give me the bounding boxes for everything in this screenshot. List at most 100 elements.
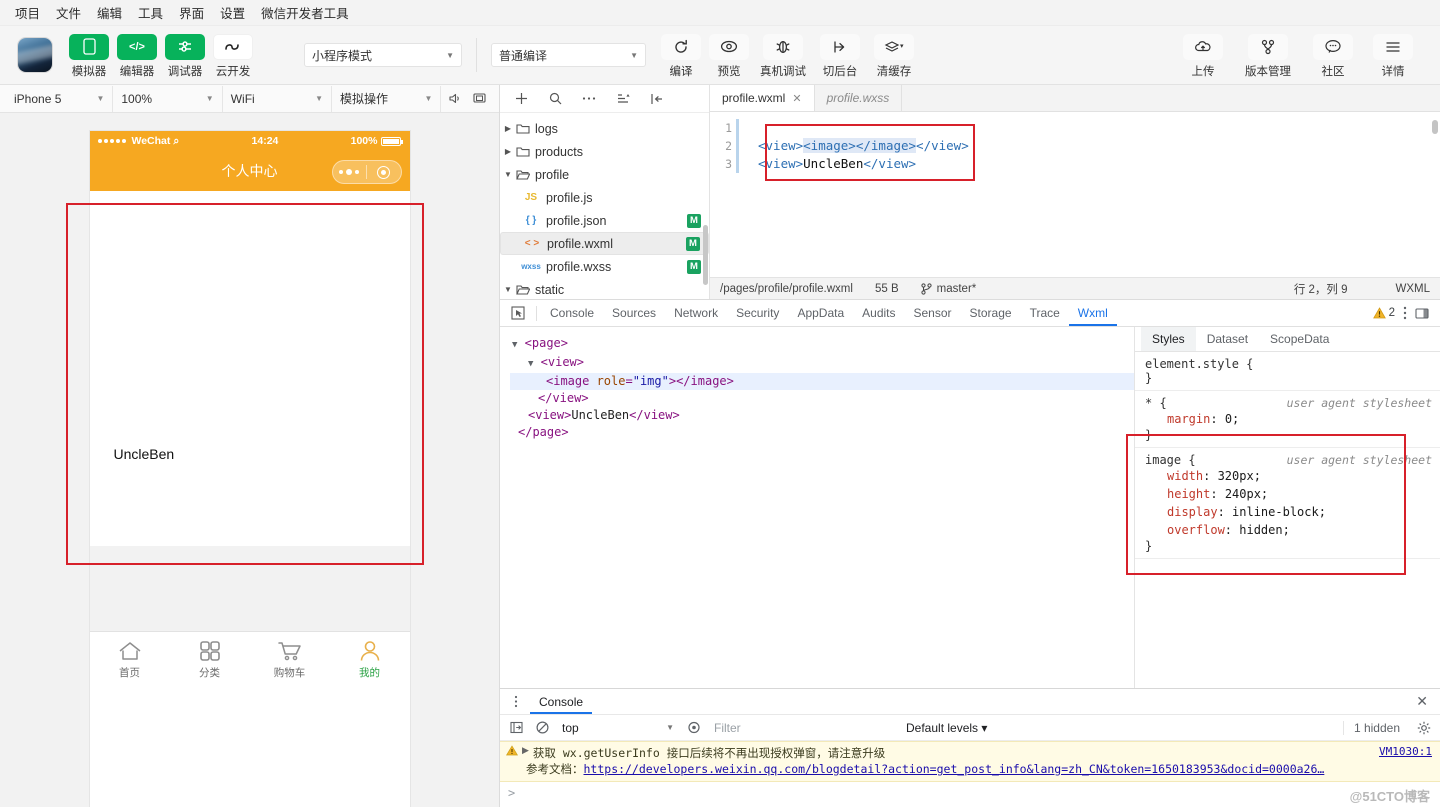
devtools-tab-appdata[interactable]: AppData [788, 300, 853, 326]
devtools-tab-audits[interactable]: Audits [853, 300, 904, 326]
style-rule-element-style[interactable]: element.style { } [1135, 352, 1440, 391]
devtools-more-icon[interactable] [1403, 306, 1407, 320]
dom-node-view-close[interactable]: </view> [510, 390, 1134, 407]
warning-count-badge[interactable]: 2 [1372, 307, 1395, 319]
styles-tab-dataset[interactable]: Dataset [1196, 327, 1259, 351]
network-select[interactable]: WiFi ▼ [223, 85, 333, 112]
file-tree-row-profile-wxml[interactable]: < > profile.wxml M [500, 232, 709, 255]
file-tree-row-logs[interactable]: ▶ logs [500, 117, 709, 140]
phone-tab-category[interactable]: 分类 [170, 640, 250, 680]
devtools-tab-sensor[interactable]: Sensor [905, 300, 961, 326]
capsule-more-icon[interactable] [333, 169, 367, 175]
menu-item-file[interactable]: 文件 [49, 0, 88, 25]
file-tree-row-profile[interactable]: ▼ profile [500, 163, 709, 186]
menu-item-ui[interactable]: 界面 [172, 0, 211, 25]
editor-tab-profile-wxss[interactable]: profile.wxss [814, 85, 903, 111]
toolbar-button-debugger[interactable]: 调试器 [162, 32, 208, 79]
file-tree-scrollbar[interactable] [703, 225, 708, 285]
editor-tab-profile-wxml[interactable]: profile.wxml ✕ [710, 85, 815, 111]
editor-code-lines[interactable]: <view><image></image></view> <view>Uncle… [736, 112, 1440, 277]
chevron-right-icon[interactable]: ▶ [500, 124, 516, 133]
toolbar-button-version[interactable]: 版本管理 [1240, 32, 1296, 79]
collapse-icon[interactable] [640, 86, 674, 112]
toolbar-button-clear-cache[interactable]: ▾ 清缓存 [868, 32, 920, 79]
menu-item-edit[interactable]: 编辑 [90, 0, 129, 25]
file-tree-row-profile-wxss[interactable]: wxss profile.wxss M [500, 255, 709, 278]
toolbar-button-upload[interactable]: 上传 [1180, 32, 1226, 79]
chevron-down-icon[interactable]: ▼ [500, 170, 516, 179]
file-tree-row-static[interactable]: ▼ static [500, 278, 709, 299]
devtools-tab-wxml[interactable]: Wxml [1069, 300, 1117, 326]
style-declaration-display[interactable]: display: inline-block; [1145, 503, 1440, 521]
toolbar-button-remote-debug[interactable]: 真机调试 [754, 32, 812, 79]
styles-tab-scopedata[interactable]: ScopeData [1259, 327, 1340, 351]
devtools-tab-security[interactable]: Security [727, 300, 788, 326]
editor-code-area[interactable]: 1 2 3 <view><image></image></view> <view… [710, 112, 1440, 277]
toolbar-button-compile[interactable]: 编译 [658, 32, 704, 79]
console-sidebar-icon[interactable] [506, 718, 526, 738]
capsule-close-icon[interactable] [367, 165, 401, 179]
close-icon[interactable]: ✕ [792, 92, 801, 105]
volume-icon[interactable] [441, 86, 467, 112]
gear-icon[interactable] [1414, 718, 1434, 738]
file-tree-row-profile-json[interactable]: { } profile.json M [500, 209, 709, 232]
console-warning-row[interactable]: ▶ 获取 wx.getUserInfo 接口后续将不再出现授权弹窗，请注意升级 … [500, 741, 1440, 782]
file-tree-row-profile-js[interactable]: JS profile.js [500, 186, 709, 209]
toolbar-button-cloud-dev[interactable]: 云开发 [210, 32, 256, 79]
toolbar-button-details[interactable]: 详情 [1370, 32, 1416, 79]
menu-item-project[interactable]: 项目 [8, 0, 47, 25]
devtools-dock-icon[interactable] [1415, 307, 1430, 320]
mode-select[interactable]: 小程序模式 ▼ [304, 43, 462, 67]
expand-triangle-icon[interactable]: ▶ [522, 745, 529, 756]
editor-branch[interactable]: master* [921, 283, 976, 295]
element-picker-icon[interactable] [504, 300, 532, 326]
chevron-down-icon[interactable]: ▼ [500, 285, 516, 294]
toolbar-button-preview[interactable]: 预览 [706, 32, 752, 79]
console-input-prompt[interactable]: > [500, 782, 1440, 804]
console-levels-select[interactable]: Default levels ▾ [906, 721, 987, 735]
toolbar-button-background[interactable]: 切后台 [814, 32, 866, 79]
style-rule-universal[interactable]: * { user agent stylesheet margin: 0; } [1135, 391, 1440, 448]
console-context-select[interactable]: top ▼ [558, 718, 678, 738]
wxml-dom-tree[interactable]: ▼ <page> ▼ <view> <image role="img"></im… [500, 327, 1135, 688]
style-declaration-height[interactable]: height: 240px; [1145, 485, 1440, 503]
chevron-right-icon[interactable]: ▶ [500, 147, 516, 156]
more-icon[interactable] [572, 86, 606, 112]
console-filter-input[interactable]: Filter [710, 721, 900, 735]
toolbar-button-simulator[interactable]: 模拟器 [66, 32, 112, 79]
devtools-tab-trace[interactable]: Trace [1021, 300, 1069, 326]
close-icon[interactable]: ✕ [1416, 693, 1440, 710]
menu-item-devtools[interactable]: 微信开发者工具 [254, 0, 356, 25]
dom-node-image[interactable]: <image role="img"></image> [510, 373, 1134, 390]
style-declaration[interactable]: margin: 0; [1145, 410, 1440, 428]
style-rule-image[interactable]: image { user agent stylesheet width: 320… [1135, 448, 1440, 559]
dom-node-page-open[interactable]: ▼ <page> [510, 335, 1134, 354]
phone-tab-cart[interactable]: 购物车 [250, 640, 330, 680]
dom-node-view-text[interactable]: <view>UncleBen</view> [510, 407, 1134, 424]
devtools-tab-sources[interactable]: Sources [603, 300, 665, 326]
style-declaration-width[interactable]: width: 320px; [1145, 467, 1440, 485]
phone-tab-home[interactable]: 首页 [90, 640, 170, 680]
console-doc-link[interactable]: https://developers.weixin.qq.com/blogdet… [584, 762, 1325, 776]
phone-tab-mine[interactable]: 我的 [330, 640, 410, 680]
search-icon[interactable] [538, 86, 572, 112]
menu-item-settings[interactable]: 设置 [213, 0, 252, 25]
style-declaration-overflow[interactable]: overflow: hidden; [1145, 521, 1440, 539]
styles-rules-list[interactable]: element.style { } * { user agent stylesh… [1135, 352, 1440, 688]
plus-icon[interactable] [504, 86, 538, 112]
editor-scrollbar[interactable] [1432, 120, 1438, 134]
drawer-more-icon[interactable] [508, 695, 524, 708]
devtools-tab-storage[interactable]: Storage [961, 300, 1021, 326]
styles-tab-styles[interactable]: Styles [1141, 327, 1196, 351]
drawer-tab-console[interactable]: Console [530, 689, 592, 714]
operation-select[interactable]: 模拟操作 ▼ [332, 85, 442, 112]
screen-icon[interactable] [467, 86, 493, 112]
console-message-source[interactable]: VM1030:1 [1379, 745, 1432, 758]
zoom-select[interactable]: 100% ▼ [113, 85, 223, 112]
devtools-tab-console[interactable]: Console [541, 300, 603, 326]
clear-console-icon[interactable] [532, 718, 552, 738]
device-select[interactable]: iPhone 5 ▼ [6, 85, 114, 112]
menu-item-tools[interactable]: 工具 [131, 0, 170, 25]
toolbar-button-editor[interactable]: </> 编辑器 [114, 32, 160, 79]
compile-select[interactable]: 普通编译 ▼ [491, 43, 646, 67]
